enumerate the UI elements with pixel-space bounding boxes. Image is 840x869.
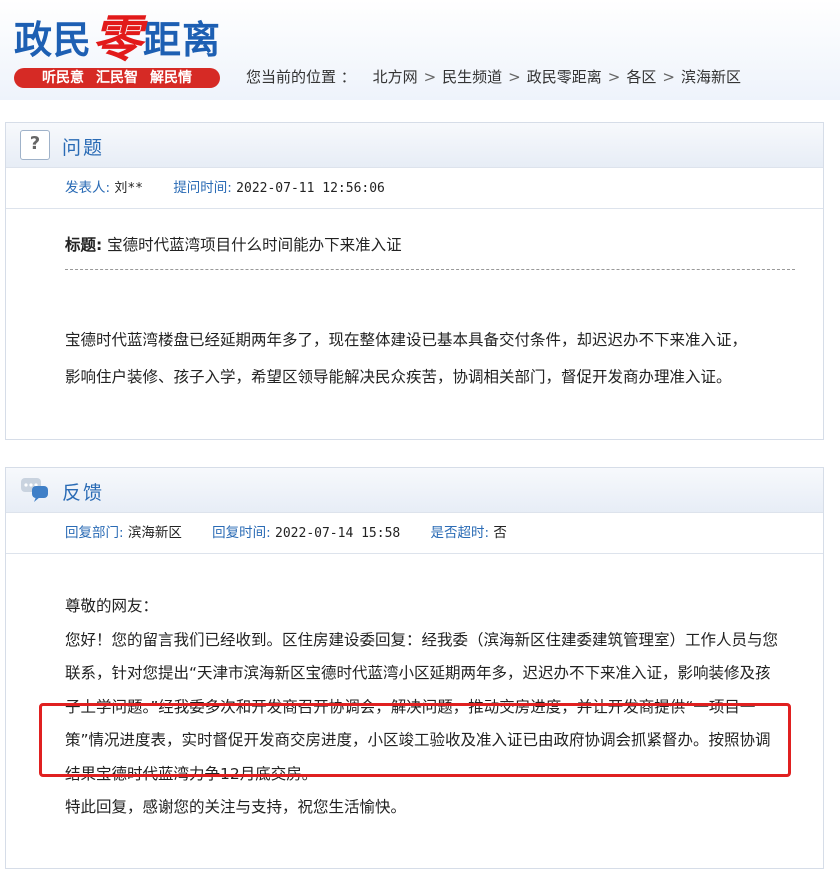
breadcrumb-label: 您当前的位置 ： <box>246 68 356 86</box>
question-time: 2022-07-11 12:56:06 <box>236 181 385 196</box>
logo-text-3: 距离 <box>143 17 222 62</box>
site-header: 政民零距离 听民意 汇民智 解民情 您当前的位置 ： 北方网 > 民生频道 > 政民零距离 >… <box>0 0 840 100</box>
breadcrumb-link-beifang[interactable]: 北方网 <box>373 68 418 86</box>
breadcrumb-link-binhai[interactable]: 滨海新区 <box>681 68 741 86</box>
reply-greeting: 尊敬的网友： <box>65 597 159 615</box>
logo-text-2: 零 <box>92 9 144 68</box>
breadcrumb-separator: > <box>607 68 621 86</box>
question-panel: ? 问题 发表人: 刘** 提问时间: 2022-07-11 12:56:06 … <box>5 122 824 440</box>
slogan-2: 汇民智 <box>96 70 138 86</box>
question-mark-icon: ? <box>20 130 50 160</box>
question-meta: 发表人: 刘** 提问时间: 2022-07-11 12:56:06 <box>6 168 823 209</box>
reply-dept-label: 回复部门: <box>65 525 124 541</box>
breadcrumb-link-minsheng[interactable]: 民生频道 <box>442 68 502 86</box>
question-title-line: 标题: 宝德时代蓝湾项目什么时间能办下来准入证 <box>65 233 795 270</box>
breadcrumb: 您当前的位置 ： 北方网 > 民生频道 > 政民零距离 > 各区 > 滨海新区 <box>246 66 741 87</box>
slogan-1: 听民意 <box>42 70 84 86</box>
question-section-title: 问题 <box>62 137 105 159</box>
site-logo[interactable]: 政民零距离 <box>14 8 222 68</box>
feedback-section-title: 反馈 <box>62 482 105 504</box>
slogan-3: 解民情 <box>150 70 192 86</box>
breadcrumb-separator: > <box>662 68 675 86</box>
chat-bubble-icon <box>20 475 48 503</box>
feedback-panel: 反馈 回复部门: 滨海新区 回复时间: 2022-07-14 15:58 是否超… <box>5 467 824 869</box>
poster-name: 刘** <box>114 181 144 196</box>
breadcrumb-link-district[interactable]: 各区 <box>626 68 656 86</box>
breadcrumb-separator: > <box>423 68 437 86</box>
question-title-label: 标题: <box>65 236 103 254</box>
question-title: 宝德时代蓝湾项目什么时间能办下来准入证 <box>107 236 402 254</box>
feedback-meta: 回复部门: 滨海新区 回复时间: 2022-07-14 15:58 是否超时: … <box>6 513 823 554</box>
breadcrumb-link-zhengmin[interactable]: 政民零距离 <box>527 68 602 86</box>
overdue-label: 是否超时: <box>430 525 490 541</box>
reply-dept: 滨海新区 <box>127 525 182 541</box>
slogan-bar: 听民意 汇民智 解民情 <box>14 68 220 88</box>
feedback-header: 反馈 <box>6 468 823 513</box>
reply-time-label: 回复时间: <box>212 525 271 541</box>
reply-time: 2022-07-14 15:58 <box>275 526 401 541</box>
highlight-box <box>39 703 791 777</box>
reply-closing: 特此回复，感谢您的关注与支持，祝您生活愉快。 <box>65 798 407 816</box>
question-time-label: 提问时间: <box>173 180 232 196</box>
overdue-value: 否 <box>493 525 507 541</box>
question-header: ? 问题 <box>6 123 823 168</box>
poster-label: 发表人: <box>65 180 111 196</box>
breadcrumb-separator: > <box>508 68 521 86</box>
logo-text-1: 政民 <box>14 17 93 62</box>
question-content: 宝德时代蓝湾楼盘已经延期两年多了，现在整体建设已基本具备交付条件，却迟迟办不下来… <box>65 331 748 386</box>
